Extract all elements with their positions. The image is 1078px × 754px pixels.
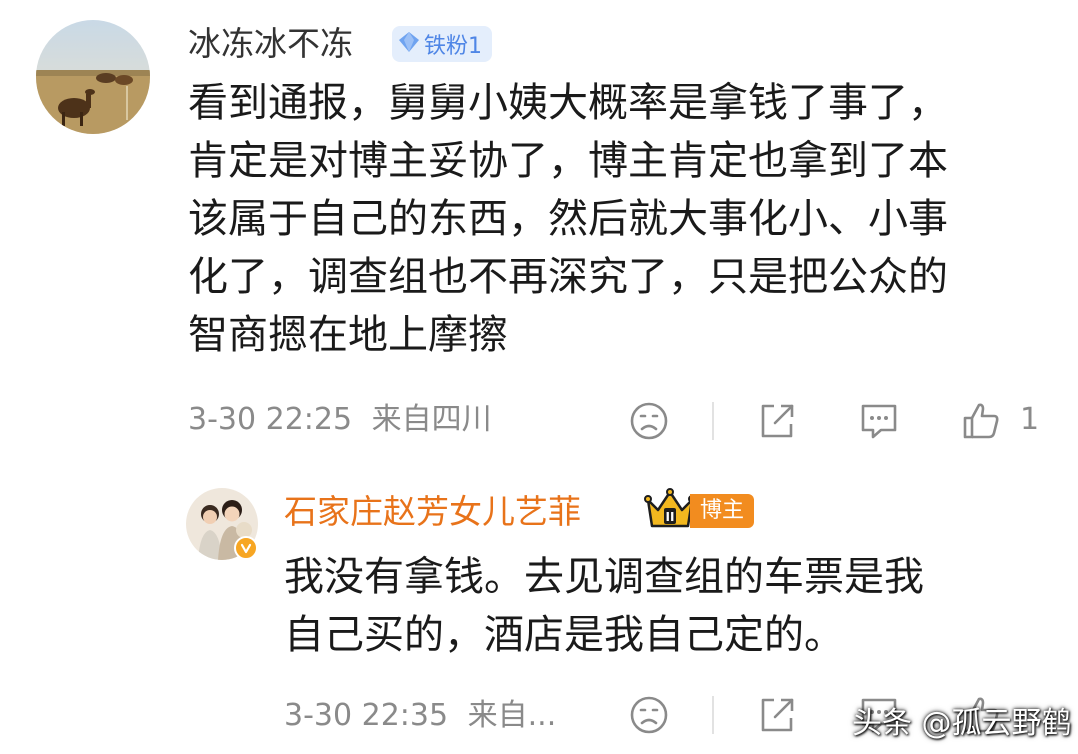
like-count: 1: [1020, 402, 1040, 437]
comment-username[interactable]: 冰冻冰不冻: [188, 24, 353, 64]
comment-line: 肯定是对博主妥协了，博主肯定也拿到了本: [188, 138, 948, 184]
comment-button[interactable]: [856, 398, 902, 444]
reply-location: 来自...: [467, 698, 557, 733]
comment-text: 看到通报，舅舅小姨大概率是拿钱了事了， 肯定是对博主妥协了，博主肯定也拿到了本 …: [188, 74, 948, 364]
avatar[interactable]: [36, 20, 150, 134]
comment-icon: [861, 404, 897, 439]
like-button[interactable]: [958, 398, 1004, 444]
verified-badge-icon: [234, 536, 258, 560]
reply-text: 我没有拿钱。去见调查组的车票是我 自己买的，酒店是我自己定的。: [284, 548, 924, 664]
crown-icon: II: [644, 488, 696, 534]
share-icon: [761, 404, 794, 438]
comment-line: 化了，调查组也不再深究了，只是把公众的: [188, 254, 948, 300]
comment-location: 来自四川: [371, 402, 492, 437]
action-divider: [712, 696, 714, 734]
reply-meta: 3-30 22:35 来自...: [284, 696, 556, 736]
reply-share-button[interactable]: [754, 692, 800, 738]
crown-level: II: [666, 510, 675, 524]
comment-line: 看到通报，舅舅小姨大概率是拿钱了事了，: [188, 80, 948, 126]
reply-line: 我没有拿钱。去见调查组的车票是我: [284, 554, 924, 600]
watermark: 头条 @孤云野鹤: [852, 706, 1072, 741]
dislike-button[interactable]: [626, 398, 672, 444]
dislike-icon: [630, 402, 668, 440]
blogger-badge-label: 博主: [690, 494, 755, 528]
reply-username[interactable]: 石家庄赵芳女儿艺菲: [284, 492, 581, 532]
action-divider: [712, 402, 714, 440]
fan-badge-label: 铁粉1: [424, 34, 482, 59]
reply-dislike-button[interactable]: [626, 692, 672, 738]
comment-meta: 3-30 22:25 来自四川: [188, 400, 492, 440]
share-icon: [761, 698, 794, 732]
blogger-badge: II 博主: [644, 488, 755, 534]
comment-time: 3-30 22:25: [188, 402, 353, 437]
share-button[interactable]: [754, 398, 800, 444]
reply-time: 3-30 22:35: [284, 698, 449, 733]
fan-badge: 铁粉1: [392, 26, 492, 62]
comment-line: 该属于自己的东西，然后就大事化小、小事: [188, 196, 948, 242]
reply-line: 自己买的，酒店是我自己定的。: [284, 612, 844, 658]
dislike-icon: [630, 696, 668, 734]
diamond-icon: [398, 31, 420, 57]
like-icon: [963, 403, 999, 439]
comment-line: 智商摁在地上摩擦: [188, 312, 508, 358]
